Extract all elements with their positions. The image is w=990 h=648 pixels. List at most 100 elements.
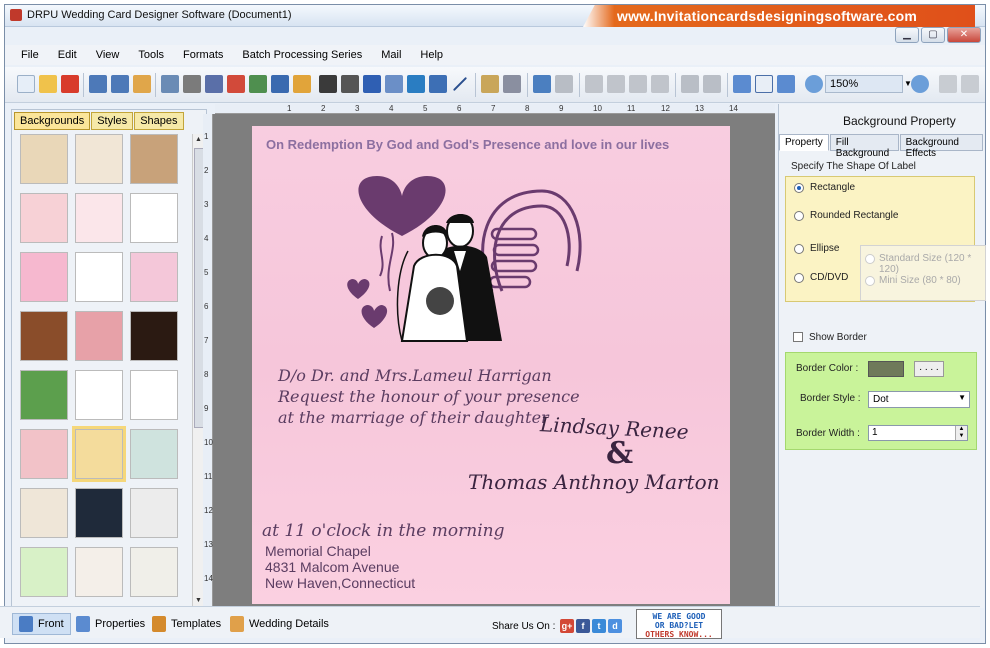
- menu-formats[interactable]: Formats: [183, 49, 223, 61]
- tab-properties[interactable]: Properties: [70, 613, 151, 635]
- redo-icon[interactable]: [555, 75, 573, 93]
- undo-icon[interactable]: [533, 75, 551, 93]
- background-thumbnail[interactable]: [20, 134, 68, 184]
- bring-front-icon[interactable]: [681, 75, 699, 93]
- facebook-icon[interactable]: f: [576, 619, 590, 633]
- barcode-icon[interactable]: [319, 75, 337, 93]
- tab-fill-background[interactable]: Fill Background: [829, 134, 899, 159]
- stepper-arrows-icon[interactable]: ▲ ▼: [955, 426, 967, 440]
- email-icon[interactable]: [429, 75, 447, 93]
- open-icon[interactable]: [39, 75, 57, 93]
- background-thumbnail[interactable]: [130, 252, 178, 302]
- print-preview-icon[interactable]: [205, 75, 223, 93]
- background-thumbnail[interactable]: [130, 311, 178, 361]
- tab-background-effects[interactable]: Background Effects: [899, 134, 983, 159]
- background-thumbnail[interactable]: [75, 134, 123, 184]
- barcode2-icon[interactable]: [341, 75, 359, 93]
- background-thumbnail[interactable]: [130, 547, 178, 597]
- lock-icon[interactable]: [939, 75, 957, 93]
- tab-backgrounds[interactable]: Backgrounds: [14, 112, 91, 130]
- background-thumbnail[interactable]: [20, 488, 68, 538]
- zoom-out-icon[interactable]: [911, 75, 929, 93]
- delete-icon[interactable]: [651, 75, 669, 93]
- grid-icon[interactable]: [733, 75, 751, 93]
- parents-line-3[interactable]: at the marriage of their daughter: [278, 408, 549, 427]
- radio-cd-dvd[interactable]: [794, 273, 804, 283]
- export-icon[interactable]: [133, 75, 151, 93]
- feedback-button[interactable]: WE ARE GOOD OR BAD?LET OTHERS KNOW...: [636, 609, 722, 639]
- venue-line-1[interactable]: Memorial Chapel: [265, 543, 371, 559]
- signature-icon[interactable]: [407, 75, 425, 93]
- card-top-line[interactable]: On Redemption By God and God's Presence …: [266, 137, 669, 152]
- background-thumbnail[interactable]: [75, 193, 123, 243]
- tab-property[interactable]: Property: [779, 134, 829, 151]
- unlock-icon[interactable]: [961, 75, 979, 93]
- copy-icon[interactable]: [607, 75, 625, 93]
- radio-standard-size[interactable]: [865, 254, 875, 264]
- twitter-icon[interactable]: t: [592, 619, 606, 633]
- pencil-icon[interactable]: [271, 75, 289, 93]
- fit-window-icon[interactable]: [777, 75, 795, 93]
- menu-mail[interactable]: Mail: [381, 49, 401, 61]
- wedding-card[interactable]: On Redemption By God and God's Presence …: [252, 126, 730, 604]
- background-thumbnail[interactable]: [130, 193, 178, 243]
- menu-batch-processing[interactable]: Batch Processing Series: [242, 49, 362, 61]
- background-thumbnail[interactable]: [130, 370, 178, 420]
- background-thumbnail[interactable]: [20, 193, 68, 243]
- ampersand[interactable]: &: [606, 436, 633, 471]
- venue-line-3[interactable]: New Haven,Connecticut: [265, 575, 415, 591]
- text-icon[interactable]: [363, 75, 381, 93]
- minimize-button[interactable]: ▁: [895, 27, 919, 43]
- save-as-icon[interactable]: [111, 75, 129, 93]
- background-thumbnail[interactable]: [20, 429, 68, 479]
- database-icon[interactable]: [481, 75, 499, 93]
- menu-file[interactable]: File: [21, 49, 39, 61]
- border-width-stepper[interactable]: 1 ▲ ▼: [868, 425, 968, 441]
- background-thumbnail[interactable]: [72, 426, 126, 482]
- background-thumbnail[interactable]: [75, 311, 123, 361]
- radio-rectangle[interactable]: [794, 183, 804, 193]
- website-banner-text[interactable]: www.Invitationcardsdesigningsoftware.com: [617, 8, 917, 24]
- send-back-icon[interactable]: [703, 75, 721, 93]
- menu-edit[interactable]: Edit: [58, 49, 77, 61]
- background-thumbnail[interactable]: [130, 488, 178, 538]
- paste-icon[interactable]: [629, 75, 647, 93]
- shapes-icon[interactable]: [293, 75, 311, 93]
- zoom-in-icon[interactable]: [805, 75, 823, 93]
- border-style-select[interactable]: Dot ▼: [868, 391, 970, 408]
- close-button[interactable]: ✕: [947, 27, 981, 43]
- parents-line-2[interactable]: Request the honour of your presence: [278, 387, 580, 406]
- radio-ellipse[interactable]: [794, 244, 804, 254]
- background-thumbnail[interactable]: [75, 370, 123, 420]
- background-thumbnail[interactable]: [20, 311, 68, 361]
- groom-name[interactable]: Thomas Anthnoy Marton: [468, 470, 720, 494]
- venue-line-2[interactable]: 4831 Malcom Avenue: [265, 559, 399, 575]
- background-thumbnail[interactable]: [20, 370, 68, 420]
- maximize-button[interactable]: ▢: [921, 27, 945, 43]
- background-thumbnail[interactable]: [20, 252, 68, 302]
- database2-icon[interactable]: [503, 75, 521, 93]
- background-thumbnail[interactable]: [75, 547, 123, 597]
- close-doc-icon[interactable]: [61, 75, 79, 93]
- cut-icon[interactable]: [585, 75, 603, 93]
- show-border-checkbox[interactable]: [793, 332, 803, 342]
- actual-size-icon[interactable]: [755, 75, 773, 93]
- dropdown-arrow-icon[interactable]: ▼: [958, 393, 966, 402]
- background-thumbnail[interactable]: [20, 547, 68, 597]
- background-thumbnail[interactable]: [75, 252, 123, 302]
- word-art-icon[interactable]: [385, 75, 403, 93]
- background-thumbnail[interactable]: [75, 488, 123, 538]
- tab-shapes[interactable]: Shapes: [134, 112, 184, 130]
- menu-tools[interactable]: Tools: [138, 49, 164, 61]
- delicious-icon[interactable]: d: [608, 619, 622, 633]
- border-color-button[interactable]: . . . .: [914, 361, 944, 377]
- google-plus-icon[interactable]: g+: [560, 619, 574, 633]
- new-icon[interactable]: [17, 75, 35, 93]
- gift-icon[interactable]: [227, 75, 245, 93]
- properties-icon[interactable]: [161, 75, 179, 93]
- parents-line-1[interactable]: D/o Dr. and Mrs.Lameul Harrigan: [278, 366, 552, 385]
- line-icon[interactable]: [452, 76, 468, 92]
- time-line[interactable]: at 11 o'clock in the morning: [262, 521, 504, 541]
- radio-mini-size[interactable]: [865, 276, 875, 286]
- radio-rounded-rectangle[interactable]: [794, 211, 804, 221]
